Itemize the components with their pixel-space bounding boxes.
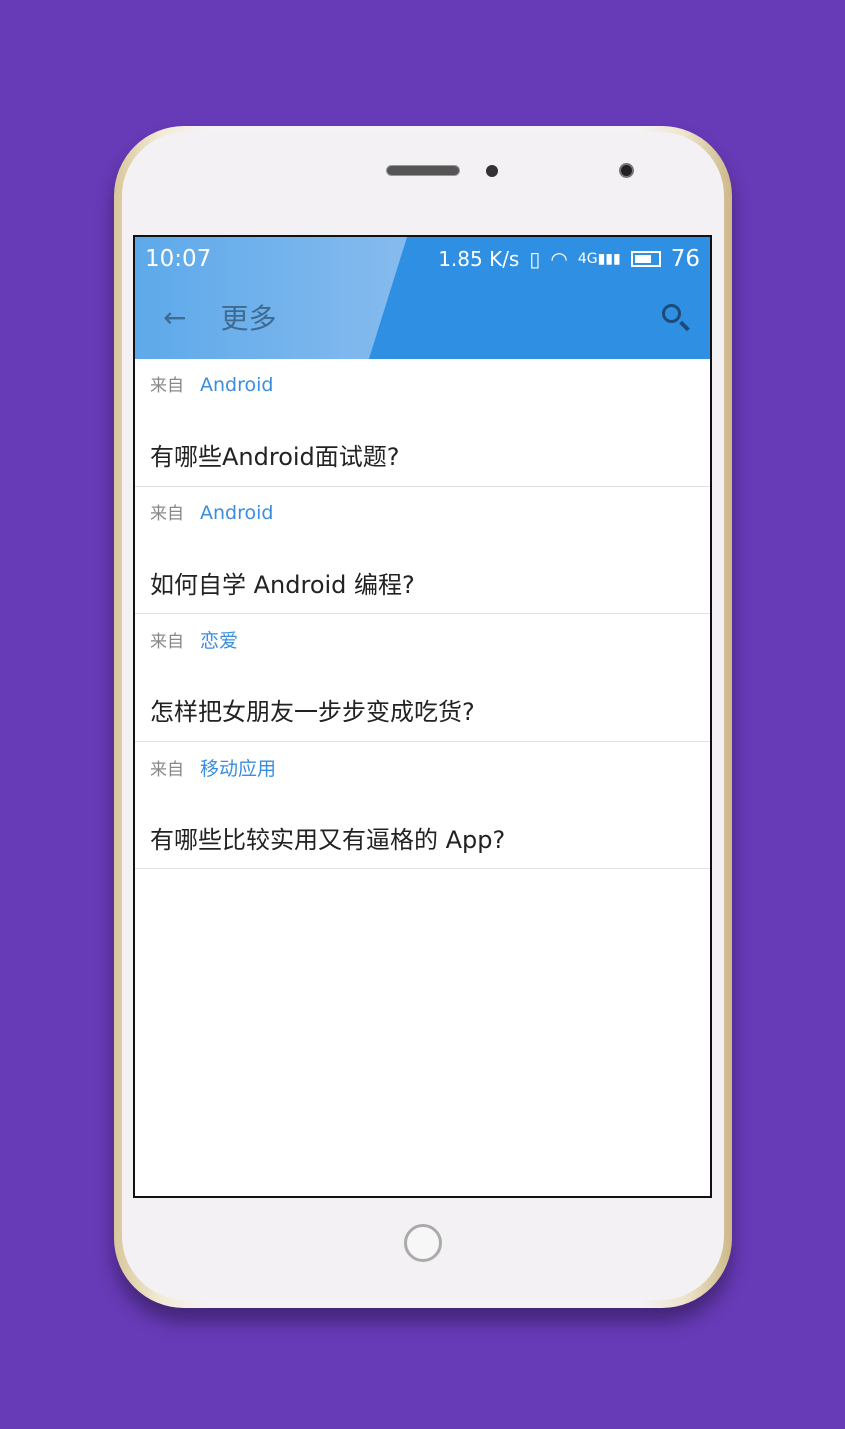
topic-link[interactable]: Android xyxy=(200,374,273,396)
from-label: 来自 xyxy=(150,759,184,780)
list-item[interactable]: 来自 Android 有哪些Android面试题? xyxy=(135,359,710,487)
status-bar: 10:07 1.85 K/s ▯ ◠ 4G▮▮▮ 76 xyxy=(145,241,700,277)
from-label: 来自 xyxy=(150,632,184,652)
topic-link[interactable]: 移动应用 xyxy=(200,758,276,780)
battery-icon xyxy=(630,251,661,267)
list-item[interactable]: 来自 Android 如何自学 Android 编程? xyxy=(135,487,710,614)
topic-link[interactable]: Android xyxy=(200,502,273,524)
network-speed: 1.85 K/s xyxy=(438,247,520,271)
app-bar: 10:07 1.85 K/s ▯ ◠ 4G▮▮▮ 76 ← 更多 xyxy=(135,237,710,359)
from-label: 来自 xyxy=(150,503,184,524)
question-list: 来自 Android 有哪些Android面试题? 来自 Android 如何自学 An… xyxy=(135,359,710,869)
question-title[interactable]: 有哪些Android面试题? xyxy=(150,437,400,472)
wifi-icon: ◠ xyxy=(550,247,568,271)
home-button[interactable] xyxy=(404,1224,442,1262)
back-arrow-icon[interactable]: ← xyxy=(163,301,186,334)
topic-link[interactable]: 恋爱 xyxy=(200,630,238,652)
search-icon[interactable] xyxy=(660,302,690,332)
clock: 10:07 xyxy=(145,246,212,272)
question-title[interactable]: 有哪些比较实用又有逼格的 App? xyxy=(150,820,505,855)
battery-level: 76 xyxy=(670,246,700,272)
front-camera xyxy=(619,163,634,178)
list-item[interactable]: 来自 移动应用有哪些比较实用又有逼格的 App? xyxy=(135,742,710,869)
speaker xyxy=(386,165,460,176)
sensor xyxy=(486,165,498,177)
list-item[interactable]: 来自 恋爱怎样把女朋友一步步变成吃货? xyxy=(135,614,710,742)
from-label: 来自 xyxy=(150,376,184,396)
page-title: 更多 xyxy=(220,302,277,335)
network-type: 4G xyxy=(577,251,598,267)
question-title[interactable]: 怎样把女朋友一步步变成吃货? xyxy=(150,692,475,727)
question-title[interactable]: 如何自学 Android 编程? xyxy=(150,565,415,600)
signal-icon: 4G▮▮▮ xyxy=(577,251,621,267)
screen: 10:07 1.85 K/s ▯ ◠ 4G▮▮▮ 76 ← 更多 来自 Andro… xyxy=(133,235,712,1198)
vibrate-icon: ▯ xyxy=(529,247,541,271)
